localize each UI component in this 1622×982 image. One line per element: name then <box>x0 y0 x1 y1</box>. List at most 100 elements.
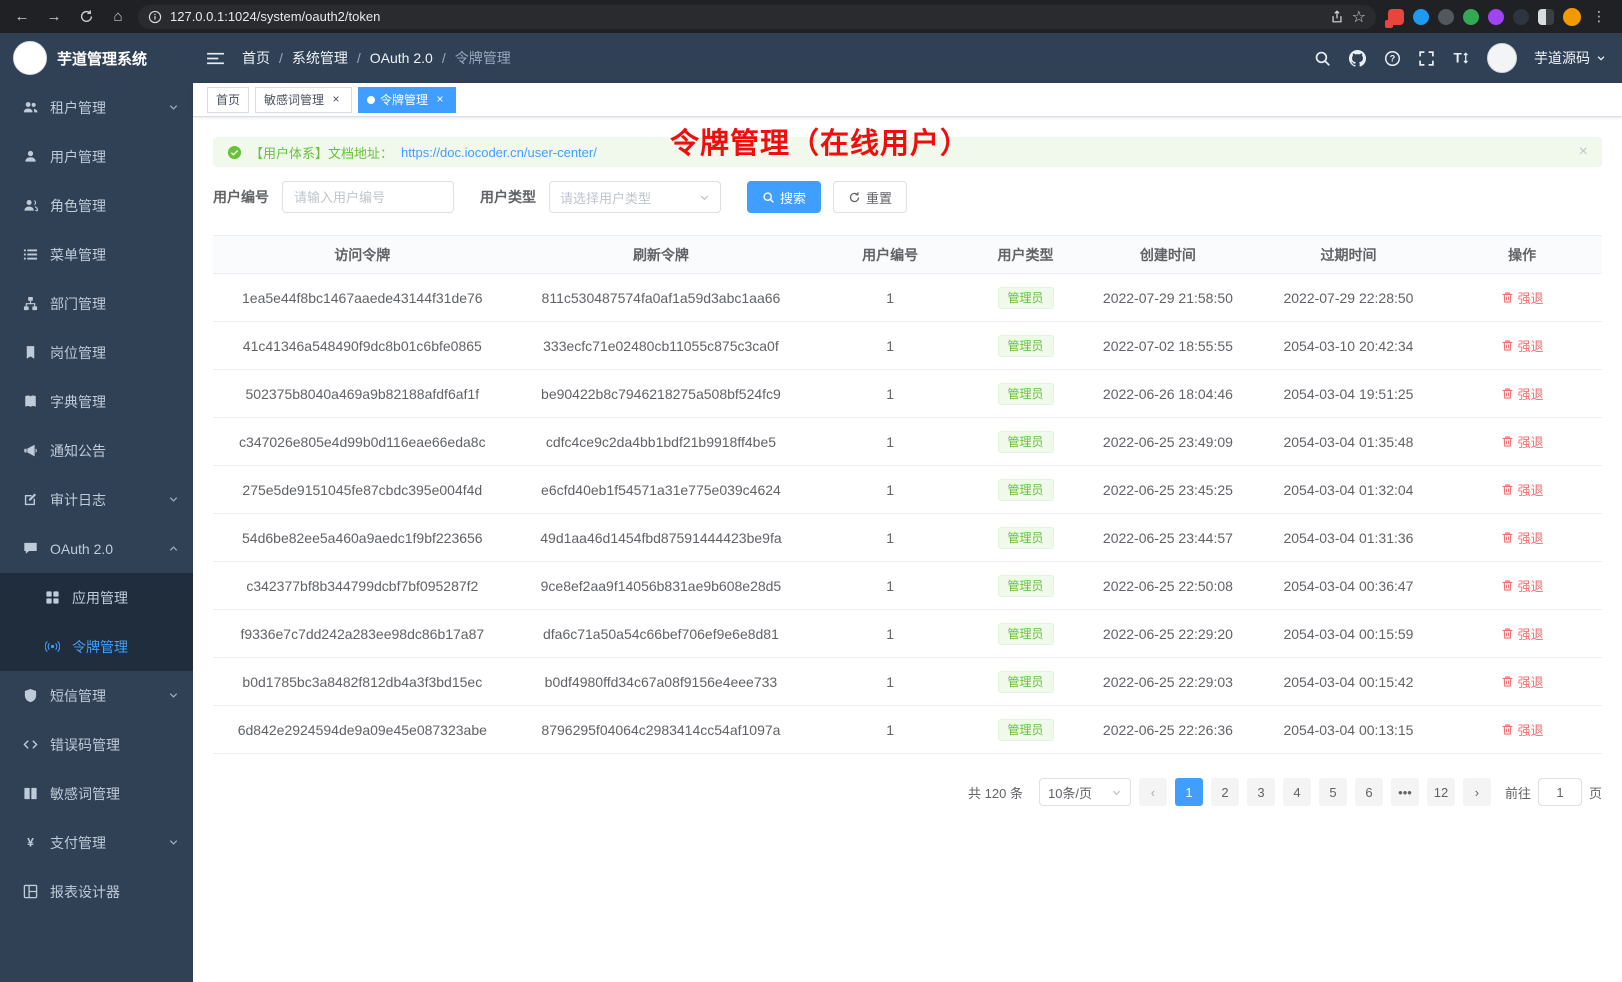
force-logout-button[interactable]: 强退 <box>1501 672 1544 691</box>
page-button[interactable]: 5 <box>1319 778 1347 806</box>
force-logout-button[interactable]: 强退 <box>1501 336 1544 355</box>
hamburger-icon[interactable] <box>207 51 224 66</box>
share-icon[interactable] <box>1330 10 1344 24</box>
tag-bar: 首页敏感词管理×令牌管理× <box>193 83 1622 117</box>
breadcrumb-item[interactable]: 首页 <box>242 48 270 68</box>
extension-icon[interactable] <box>1463 9 1479 25</box>
goto-page-input[interactable] <box>1538 778 1582 806</box>
close-icon[interactable]: × <box>1579 143 1588 161</box>
cell-refresh-token: 8796295f04064c2983414cc54af1097a <box>512 706 811 754</box>
user-type-badge: 管理员 <box>998 623 1054 645</box>
sidebar-item-sensitive[interactable]: 敏感词管理 <box>0 769 193 818</box>
user-id-input[interactable] <box>282 181 454 213</box>
total-count: 共 120 条 <box>968 783 1023 802</box>
sidebar-item-dept[interactable]: 部门管理 <box>0 279 193 328</box>
tab-home[interactable]: 首页 <box>207 87 249 113</box>
sidebar-item-tenant[interactable]: 租户管理 <box>0 83 193 132</box>
bookmark-star-icon[interactable]: ☆ <box>1352 7 1366 27</box>
search-icon[interactable] <box>1314 50 1331 67</box>
reload-icon[interactable] <box>74 5 98 29</box>
page-button[interactable]: 2 <box>1211 778 1239 806</box>
doc-link[interactable]: https://doc.iocoder.cn/user-center/ <box>401 145 597 160</box>
extension-icon[interactable] <box>1538 9 1554 25</box>
user-menu[interactable]: 芋道源码 <box>1534 48 1606 68</box>
app-logo[interactable]: 芋道管理系统 <box>0 33 193 83</box>
extension-badge <box>1385 20 1393 28</box>
menu-icon <box>22 247 38 262</box>
next-page-button[interactable]: › <box>1463 778 1491 806</box>
force-logout-button[interactable]: 强退 <box>1501 576 1544 595</box>
sidebar-item-post[interactable]: 岗位管理 <box>0 328 193 377</box>
audit-icon <box>22 492 38 507</box>
user-type-select[interactable]: 请选择用户类型 <box>549 181 721 213</box>
home-icon[interactable]: ⌂ <box>106 5 130 29</box>
page-button[interactable]: 12 <box>1427 778 1455 806</box>
page-button[interactable]: 1 <box>1175 778 1203 806</box>
extension-icon[interactable] <box>1438 9 1454 25</box>
force-logout-button[interactable]: 强退 <box>1501 720 1544 739</box>
dict-icon <box>22 394 38 409</box>
address-bar[interactable]: 127.0.0.1:1024/system/oauth2/token ☆ <box>138 5 1376 29</box>
sidebar-item-dict[interactable]: 字典管理 <box>0 377 193 426</box>
browser-profile-avatar[interactable] <box>1563 8 1581 26</box>
fullscreen-icon[interactable] <box>1418 50 1435 67</box>
user-avatar[interactable] <box>1487 43 1517 73</box>
errorcode-icon <box>22 737 38 752</box>
extensions-puzzle-icon[interactable] <box>1488 9 1504 25</box>
page-ellipsis[interactable]: ••• <box>1391 778 1419 806</box>
font-size-icon[interactable]: T <box>1452 49 1470 67</box>
close-icon[interactable]: × <box>433 93 447 107</box>
cell-user-id: 1 <box>810 610 970 658</box>
tab-sensitive-word[interactable]: 敏感词管理× <box>255 87 352 113</box>
user-type-badge: 管理员 <box>998 383 1054 405</box>
back-icon[interactable]: ← <box>10 5 34 29</box>
page-button[interactable]: 4 <box>1283 778 1311 806</box>
sidebar-item-user[interactable]: 用户管理 <box>0 132 193 181</box>
extension-icon[interactable] <box>1513 9 1529 25</box>
breadcrumb-separator: / <box>442 50 446 66</box>
sidebar-item-role[interactable]: 角色管理 <box>0 181 193 230</box>
sidebar-item-report[interactable]: 报表设计器 <box>0 867 193 916</box>
sidebar-item-menu[interactable]: 菜单管理 <box>0 230 193 279</box>
sidebar-item-sms[interactable]: 短信管理 <box>0 671 193 720</box>
table-row: 275e5de9151045fe87cbdc395e004f4de6cfd40e… <box>213 466 1602 514</box>
sidebar-item-oauth[interactable]: OAuth 2.0 <box>0 524 193 573</box>
site-info-icon[interactable] <box>148 10 162 24</box>
breadcrumb-item[interactable]: OAuth 2.0 <box>370 50 433 66</box>
search-button[interactable]: 搜索 <box>747 181 821 213</box>
sidebar-item-token[interactable]: 令牌管理 <box>0 622 193 671</box>
sidebar-item-errorcode[interactable]: 错误码管理 <box>0 720 193 769</box>
sidebar-item-notice[interactable]: 通知公告 <box>0 426 193 475</box>
breadcrumb-item[interactable]: 系统管理 <box>292 48 348 68</box>
page-button[interactable]: 3 <box>1247 778 1275 806</box>
help-icon[interactable]: ? <box>1384 50 1401 67</box>
close-icon[interactable]: × <box>329 93 343 107</box>
breadcrumb: 首页/系统管理/OAuth 2.0/令牌管理 <box>242 48 511 68</box>
extension-icon[interactable] <box>1388 9 1404 25</box>
tab-token-management[interactable]: 令牌管理× <box>358 87 456 113</box>
force-logout-button[interactable]: 强退 <box>1501 384 1544 403</box>
page-button[interactable]: 6 <box>1355 778 1383 806</box>
sidebar-item-app[interactable]: 应用管理 <box>0 573 193 622</box>
force-logout-button[interactable]: 强退 <box>1501 624 1544 643</box>
chevron-down-icon <box>1111 787 1122 798</box>
cell-refresh-token: 333ecfc71e02480cb11055c875c3ca0f <box>512 322 811 370</box>
sensitive-icon <box>22 786 38 801</box>
reset-button[interactable]: 重置 <box>833 181 907 213</box>
extension-icon[interactable] <box>1413 9 1429 25</box>
forward-icon[interactable]: → <box>42 5 66 29</box>
page-size-select[interactable]: 10条/页 <box>1039 778 1131 806</box>
force-logout-button[interactable]: 强退 <box>1501 432 1544 451</box>
prev-page-button[interactable]: ‹ <box>1139 778 1167 806</box>
sidebar-item-pay[interactable]: ¥支付管理 <box>0 818 193 867</box>
tenant-icon <box>22 100 38 115</box>
force-logout-button[interactable]: 强退 <box>1501 480 1544 499</box>
browser-menu-icon[interactable]: ⋮ <box>1590 8 1608 25</box>
sidebar-item-audit[interactable]: 审计日志 <box>0 475 193 524</box>
force-logout-button[interactable]: 强退 <box>1501 528 1544 547</box>
github-icon[interactable] <box>1348 49 1367 68</box>
caret-down-icon <box>1596 53 1606 63</box>
cell-expire-time: 2054-03-04 00:15:59 <box>1255 610 1443 658</box>
url-text[interactable]: 127.0.0.1:1024/system/oauth2/token <box>170 9 1322 24</box>
force-logout-button[interactable]: 强退 <box>1501 288 1544 307</box>
